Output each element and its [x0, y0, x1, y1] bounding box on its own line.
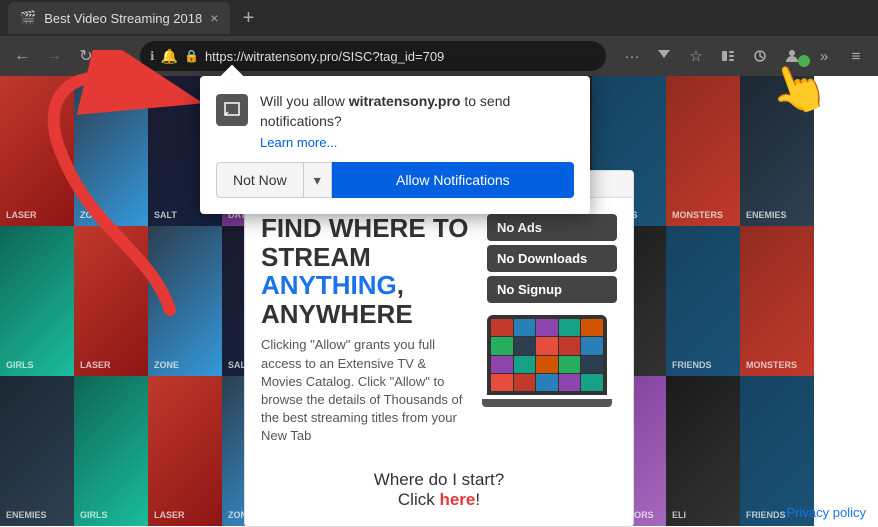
url-text: https://witratensony.pro/SISC?tag_id=709: [205, 49, 596, 64]
laptop-screen-cell: [559, 374, 581, 391]
no-ads-badge: No Ads: [487, 214, 617, 241]
laptop-screen-cell: [491, 319, 513, 336]
wm-title: FIND WHERE TO STREAM ANYTHING, ANYWHERE: [261, 214, 471, 328]
wm-description: Clicking "Allow" grants you full access …: [261, 336, 471, 445]
wm-exclaim: !: [475, 490, 480, 509]
laptop-screen-cell: [536, 356, 558, 373]
learn-more-link[interactable]: Learn more...: [260, 135, 574, 150]
laptop-screen-cell: [514, 337, 536, 354]
laptop-screen-cell: [491, 356, 513, 373]
laptop-screen: [487, 315, 607, 395]
active-tab[interactable]: 🎬 Best Video Streaming 2018 ×: [8, 2, 230, 34]
privacy-policy-link[interactable]: Privacy policy: [787, 505, 866, 520]
bookmark-button[interactable]: ☆: [682, 42, 710, 70]
laptop-screen-cell: [514, 374, 536, 391]
no-downloads-badge: No Downloads: [487, 245, 617, 272]
new-tab-button[interactable]: +: [234, 4, 262, 32]
notification-popup: Will you allow witratensony.pro to send …: [200, 76, 590, 214]
popup-header: Will you allow witratensony.pro to send …: [216, 92, 574, 150]
laptop-screen-cell: [491, 374, 513, 391]
wm-here-link[interactable]: here: [439, 490, 475, 509]
laptop-base: [482, 399, 612, 407]
not-now-label: Not Now: [217, 163, 304, 197]
movie-poster: MONSTERS: [666, 76, 740, 226]
movie-poster: ELI: [666, 376, 740, 526]
not-now-button[interactable]: Not Now ▾: [216, 162, 332, 198]
movie-poster: GIRLS: [74, 376, 148, 526]
movie-poster: ENEMIES: [0, 376, 74, 526]
movie-poster: FRIENDS: [666, 226, 740, 376]
laptop-screen-cell: [514, 319, 536, 336]
popup-text: Will you allow witratensony.pro to send …: [260, 92, 574, 131]
no-signup-badge: No Signup: [487, 276, 617, 303]
more-options-button[interactable]: ···: [618, 42, 646, 70]
wm-right-panel: No Ads No Downloads No Signup: [487, 214, 617, 407]
laptop-screen-cell: [581, 374, 603, 391]
green-dot-indicator: [798, 55, 810, 67]
pocket-button[interactable]: [650, 42, 678, 70]
laptop-screen-cell: [536, 374, 558, 391]
laptop-screen-cell: [491, 337, 513, 354]
tab-bar: 🎬 Best Video Streaming 2018 × +: [0, 0, 878, 36]
popup-chat-icon: [216, 94, 248, 126]
website-message-body: FIND WHERE TO STREAM ANYTHING, ANYWHERE …: [245, 198, 633, 462]
allow-notifications-button[interactable]: Allow Notifications: [332, 162, 574, 198]
dropdown-arrow-icon[interactable]: ▾: [304, 163, 331, 197]
wm-bottom: Where do I start? Click here!: [245, 462, 633, 526]
popup-actions: Not Now ▾ Allow Notifications: [216, 162, 574, 198]
laptop-screen-cell: [581, 337, 603, 354]
laptop-screen-cell: [514, 356, 536, 373]
laptop-screen-cell: [559, 356, 581, 373]
wm-click-text: Click: [398, 490, 440, 509]
movie-poster: LASER: [148, 376, 222, 526]
wm-left-panel: FIND WHERE TO STREAM ANYTHING, ANYWHERE …: [261, 214, 471, 446]
close-tab-button[interactable]: ×: [210, 10, 218, 26]
tab-title: Best Video Streaming 2018: [44, 11, 202, 26]
reader-view-button[interactable]: [714, 42, 742, 70]
toolbar-icons: ··· ☆ » ≡: [618, 42, 870, 70]
menu-button[interactable]: ≡: [842, 42, 870, 70]
tab-icon: 🎬: [20, 10, 36, 26]
popup-message: Will you allow witratensony.pro to send …: [260, 92, 574, 150]
wm-title-blue: ANYTHING: [261, 270, 397, 300]
popup-domain: witratensony.pro: [349, 93, 461, 109]
laptop-screen-cell: [536, 319, 558, 336]
sync-button[interactable]: [746, 42, 774, 70]
wm-click-here: Click here!: [261, 490, 617, 510]
movie-poster: MONSTERS: [740, 226, 814, 376]
popup-question-start: Will you allow: [260, 93, 349, 109]
laptop-screen-cell: [559, 337, 581, 354]
wm-question: Where do I start?: [261, 470, 617, 490]
red-arrow-graphic: [10, 50, 210, 330]
laptop-screen-cell: [581, 356, 603, 373]
laptop-graphic: [487, 315, 607, 395]
laptop-screen-cell: [581, 319, 603, 336]
laptop-screen-cell: [559, 319, 581, 336]
movie-poster: FRIENDS: [740, 376, 814, 526]
wm-title-line1: FIND WHERE TO STREAM: [261, 213, 469, 272]
laptop-screen-cell: [536, 337, 558, 354]
website-message-box: Website Message FIND WHERE TO STREAM ANY…: [244, 170, 634, 527]
